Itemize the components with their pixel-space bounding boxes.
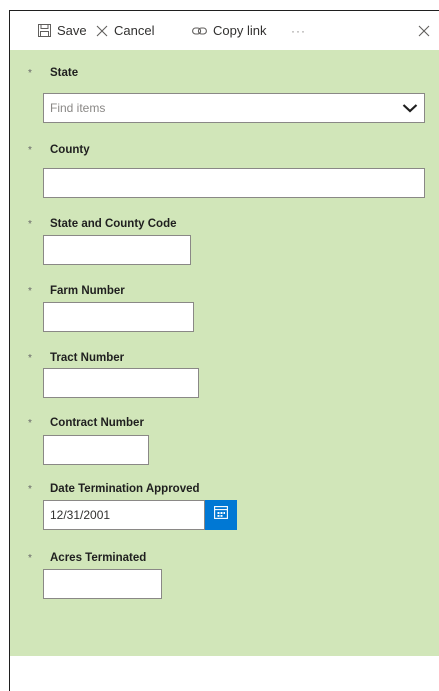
date-termination-approved-input[interactable] xyxy=(44,501,204,529)
copy-link-button[interactable]: Copy link xyxy=(192,11,266,50)
state-label: * State xyxy=(28,67,79,79)
farm-number-input[interactable] xyxy=(44,303,193,331)
county-input[interactable] xyxy=(44,169,424,197)
copy-link-label: Copy link xyxy=(213,23,267,38)
close-button[interactable] xyxy=(418,11,430,50)
required-marker: * xyxy=(28,145,32,156)
county-label: * County xyxy=(28,144,90,156)
date-termination-approved-label: * Date Termination Approved xyxy=(28,483,200,495)
form-body: *State *County *State and County Code *F xyxy=(10,50,439,656)
edit-form-panel: Save Cancel Copy link ··· * State Find i… xyxy=(9,10,439,691)
acres-terminated-field[interactable] xyxy=(43,569,162,599)
required-marker: * xyxy=(28,219,32,230)
more-options-button[interactable]: ··· xyxy=(291,11,306,50)
required-marker: * xyxy=(28,418,32,429)
tract-number-field[interactable] xyxy=(43,368,199,398)
contract-number-label: * Contract Number xyxy=(28,417,144,429)
cancel-x-icon xyxy=(96,25,108,37)
acres-terminated-label: * Acres Terminated xyxy=(28,552,147,564)
more-icon: ··· xyxy=(291,23,306,38)
date-picker-button[interactable] xyxy=(205,500,237,530)
county-field[interactable] xyxy=(43,168,425,198)
state-county-code-field[interactable] xyxy=(43,235,191,265)
chevron-down-icon[interactable] xyxy=(402,101,418,120)
date-termination-approved-field[interactable] xyxy=(43,500,205,530)
contract-number-input[interactable] xyxy=(44,436,148,464)
state-dropdown[interactable] xyxy=(43,93,425,123)
required-marker: * xyxy=(28,553,32,564)
save-button[interactable]: Save xyxy=(38,11,87,50)
farm-number-label: * Farm Number xyxy=(28,285,125,297)
tract-number-input[interactable] xyxy=(44,369,198,397)
close-icon xyxy=(418,25,430,37)
farm-number-field[interactable] xyxy=(43,302,194,332)
link-icon xyxy=(192,25,207,37)
contract-number-field[interactable] xyxy=(43,435,149,465)
calendar-icon xyxy=(214,506,228,524)
state-search-input[interactable] xyxy=(44,94,374,122)
cancel-label: Cancel xyxy=(114,23,155,38)
cancel-button[interactable]: Cancel xyxy=(96,11,154,50)
tract-number-label: * Tract Number xyxy=(28,352,125,364)
state-county-code-label: * State and County Code xyxy=(28,218,177,230)
state-county-code-input[interactable] xyxy=(44,236,190,264)
acres-terminated-input[interactable] xyxy=(44,570,161,598)
save-label: Save xyxy=(57,23,87,38)
required-marker: * xyxy=(28,68,32,79)
command-bar: Save Cancel Copy link ··· xyxy=(10,11,439,50)
required-marker: * xyxy=(28,484,32,495)
required-marker: * xyxy=(28,286,32,297)
save-icon xyxy=(38,24,51,37)
required-marker: * xyxy=(28,353,32,364)
